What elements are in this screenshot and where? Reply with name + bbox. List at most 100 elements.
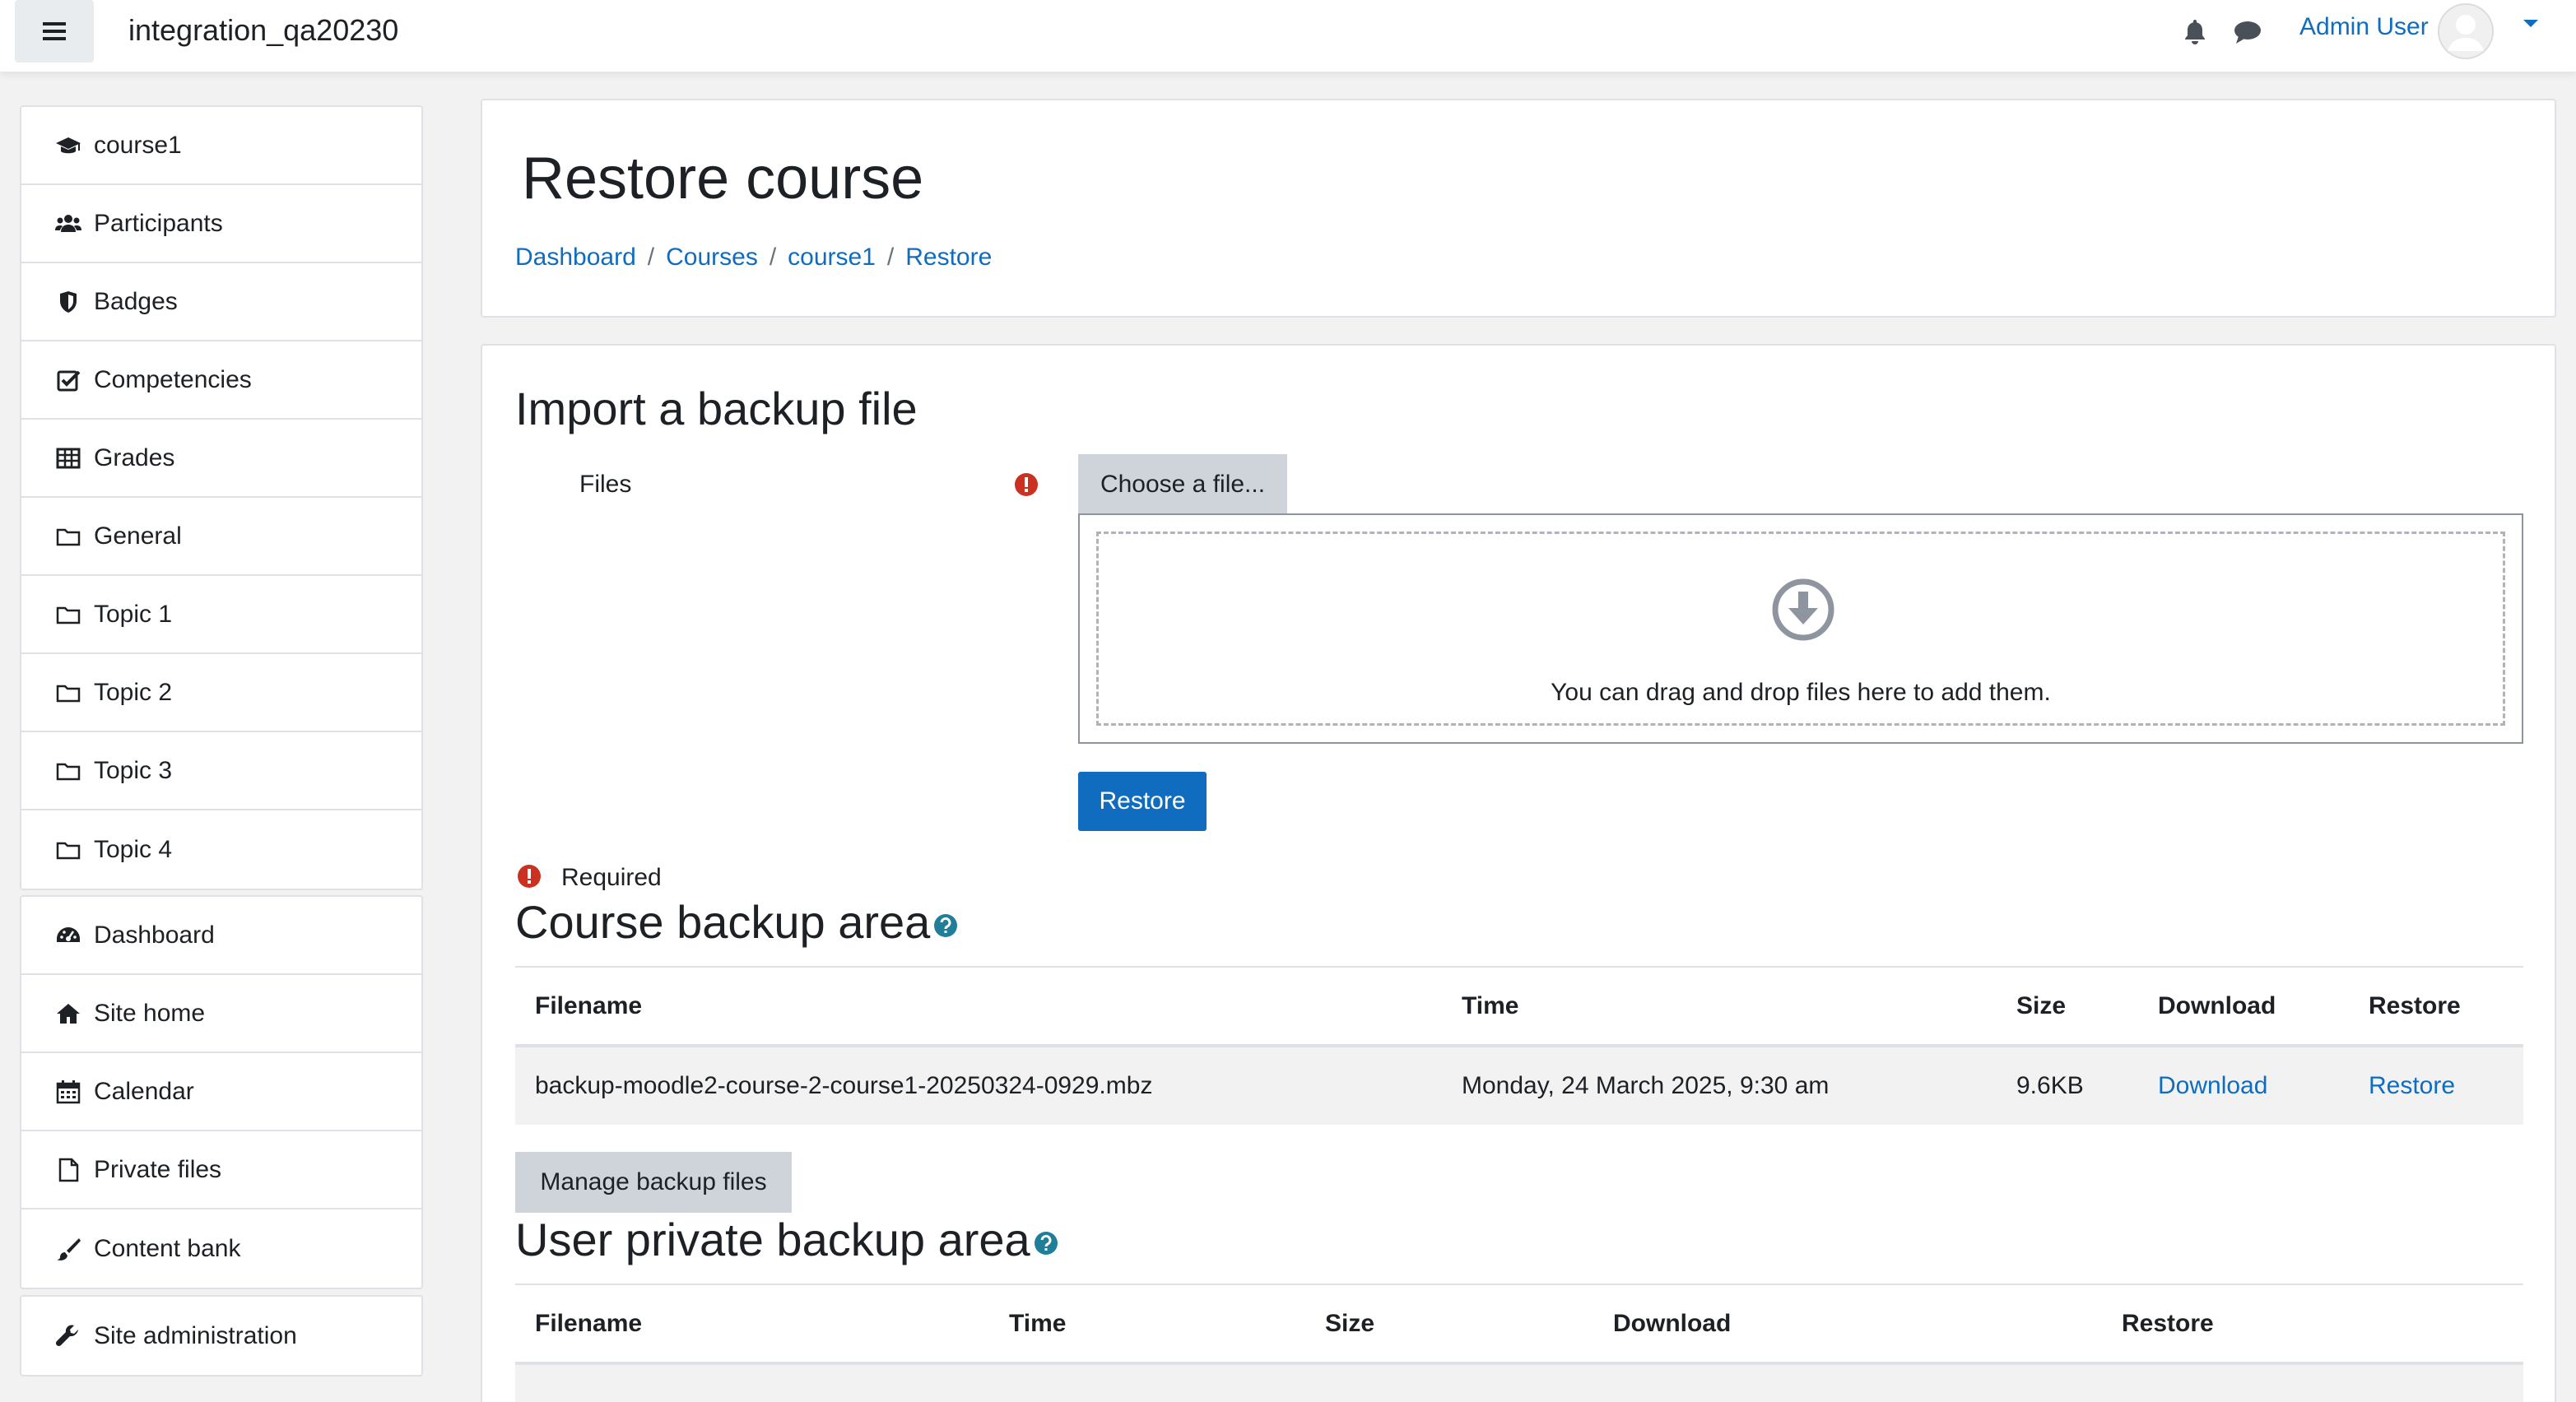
column-header-size: Size — [1305, 1284, 1593, 1365]
file-picker[interactable]: You can drag and drop files here to add … — [1078, 513, 2523, 744]
folder-icon — [56, 685, 81, 702]
import-heading: Import a backup file — [515, 383, 918, 434]
required-icon — [1015, 473, 1038, 496]
sidebar-item-label: Private files — [94, 1155, 222, 1183]
site-nav-group: Dashboard Site home Calendar Private fil… — [20, 895, 423, 1289]
admin-nav-group: Site administration — [20, 1295, 423, 1376]
sidebar-item-content-bank[interactable]: Content bank — [21, 1209, 421, 1288]
column-header-filename: Filename — [515, 966, 1442, 1047]
breadcrumb-dashboard[interactable]: Dashboard — [515, 244, 636, 271]
sidebar-item-general[interactable]: General — [21, 498, 421, 576]
backup-filename: backup-moodle2-course-2-course1-20250324… — [515, 1046, 1442, 1125]
breadcrumb-courses[interactable]: Courses — [666, 244, 758, 271]
sidebar-item-label: Topic 1 — [94, 600, 173, 628]
file-icon — [58, 1158, 79, 1181]
nav-drawer: course1 Participants Badges Competencies… — [0, 72, 456, 1402]
table-icon — [56, 448, 81, 468]
sidebar-item-topic-4[interactable]: Topic 4 — [21, 810, 421, 889]
help-icon[interactable] — [933, 913, 958, 938]
caret-down-icon[interactable] — [2522, 16, 2540, 30]
bell-icon[interactable] — [2183, 18, 2207, 44]
restore-link[interactable]: Restore — [2369, 1072, 2455, 1099]
sidebar-item-label: Participants — [94, 209, 223, 237]
home-icon — [57, 1003, 80, 1024]
manage-backup-files-button[interactable]: Manage backup files — [515, 1152, 792, 1213]
sidebar-item-label: Grades — [94, 443, 175, 471]
sidebar-item-label: Topic 2 — [94, 678, 173, 706]
help-icon[interactable] — [1034, 1231, 1058, 1256]
calendar-icon — [56, 1079, 81, 1103]
sidebar-item-topic-3[interactable]: Topic 3 — [21, 732, 421, 810]
sidebar-item-label: course1 — [94, 131, 182, 159]
folder-icon — [56, 606, 81, 624]
column-header-restore: Restore — [2349, 966, 2523, 1047]
drop-instructions: You can drag and drop files here to add … — [1551, 679, 2051, 706]
download-link[interactable]: Download — [2158, 1072, 2267, 1099]
backup-time: Monday, 24 March 2025, 9:30 am — [1442, 1046, 1997, 1125]
sidebar-item-site-home[interactable]: Site home — [21, 975, 421, 1053]
column-header-restore: Restore — [2102, 1284, 2523, 1365]
column-header-download: Download — [1593, 1284, 2102, 1365]
sidebar-item-label: Competencies — [94, 365, 252, 393]
site-name[interactable]: integration_qa20230 — [128, 13, 398, 48]
sidebar-item-participants[interactable]: Participants — [21, 185, 421, 263]
top-navbar: integration_qa20230 Admin User — [0, 0, 2576, 72]
dropzone[interactable]: You can drag and drop files here to add … — [1096, 532, 2505, 726]
required-note: Required — [561, 864, 662, 891]
sidebar-item-label: Topic 3 — [94, 756, 173, 784]
sidebar-item-site-administration[interactable]: Site administration — [21, 1297, 421, 1375]
sidebar-item-topic-1[interactable]: Topic 1 — [21, 576, 421, 654]
download-arrow-icon — [1772, 578, 1834, 641]
column-header-size: Size — [1997, 966, 2138, 1047]
sidebar-item-competencies[interactable]: Competencies — [21, 341, 421, 420]
backup-size: 9.6KB — [1997, 1046, 2138, 1125]
column-header-download: Download — [2138, 966, 2349, 1047]
files-label: Files — [579, 471, 632, 498]
choose-file-button[interactable]: Choose a file... — [1078, 454, 1287, 515]
restore-button[interactable]: Restore — [1078, 772, 1207, 831]
sidebar-item-label: Content bank — [94, 1234, 241, 1262]
dashboard-icon — [57, 926, 80, 942]
course-backup-heading-text: Course backup area — [515, 896, 931, 948]
chat-icon[interactable] — [2234, 20, 2262, 44]
user-backup-table: Filename Time Size Download Restore — [515, 1284, 2523, 1402]
sidebar-item-calendar[interactable]: Calendar — [21, 1053, 421, 1131]
breadcrumb-course1[interactable]: course1 — [788, 244, 876, 271]
avatar[interactable] — [2438, 3, 2494, 59]
table-row — [515, 1363, 2523, 1402]
table-header-row: Filename Time Size Download Restore — [515, 1284, 2523, 1365]
sidebar-item-grades[interactable]: Grades — [21, 420, 421, 498]
wrench-icon — [55, 1324, 78, 1346]
sidebar-item-label: Badges — [94, 287, 178, 315]
column-header-filename: Filename — [515, 1284, 989, 1365]
sidebar-item-label: Site administration — [94, 1321, 297, 1349]
course-backup-table: Filename Time Size Download Restore back… — [515, 966, 2523, 1125]
sidebar-item-topic-2[interactable]: Topic 2 — [21, 654, 421, 732]
sidebar-item-badges[interactable]: Badges — [21, 263, 421, 341]
sidebar-item-course1[interactable]: course1 — [21, 107, 421, 185]
users-icon — [55, 214, 81, 232]
folder-icon — [56, 842, 81, 859]
sidebar-item-label: Topic 4 — [94, 835, 173, 863]
check-square-icon — [57, 370, 81, 391]
sidebar-item-label: Site home — [94, 999, 206, 1027]
menu-toggle-button[interactable] — [15, 0, 94, 63]
user-backup-heading-text: User private backup area — [515, 1214, 1030, 1265]
folder-icon — [56, 763, 81, 780]
user-avatar-icon — [2438, 3, 2494, 59]
required-icon — [518, 865, 541, 888]
column-header-time: Time — [989, 1284, 1305, 1365]
page-title: Restore course — [522, 146, 924, 211]
breadcrumb: Dashboard / Courses / course1/Restore — [515, 244, 993, 271]
course-backup-heading: Course backup area — [515, 895, 958, 949]
brush-icon — [57, 1237, 81, 1260]
sidebar-item-private-files[interactable]: Private files — [21, 1131, 421, 1209]
shield-icon — [60, 290, 77, 313]
column-header-time: Time — [1442, 966, 1997, 1047]
sidebar-item-dashboard[interactable]: Dashboard — [21, 897, 421, 975]
folder-icon — [56, 528, 81, 545]
user-menu-name[interactable]: Admin User — [2299, 13, 2429, 41]
breadcrumb-restore[interactable]: Restore — [905, 244, 992, 271]
table-row: backup-moodle2-course-2-course1-20250324… — [515, 1046, 2523, 1125]
table-header-row: Filename Time Size Download Restore — [515, 966, 2523, 1047]
